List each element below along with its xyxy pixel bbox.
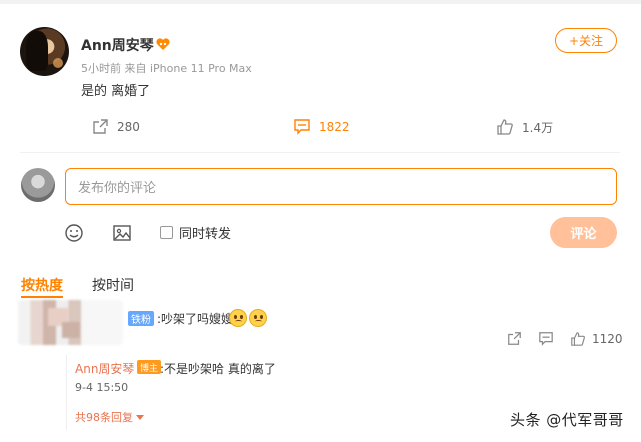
avatar-hair-shape	[26, 31, 48, 71]
thumbs-up-icon	[571, 332, 585, 346]
comment-like-count: 1120	[592, 332, 623, 346]
comment-icon	[539, 332, 553, 346]
repost-button[interactable]: 280	[92, 118, 140, 135]
image-icon[interactable]	[112, 223, 132, 243]
reply-author[interactable]: Ann周安琴	[75, 360, 134, 377]
more-replies-link[interactable]: 共98条回复	[75, 409, 144, 425]
active-tab-underline	[21, 296, 63, 298]
repost-toggle[interactable]: 同时转发	[160, 223, 231, 242]
emoji-eye	[254, 315, 257, 319]
repost-count: 280	[117, 119, 140, 134]
tab-hot[interactable]: 按热度	[21, 275, 63, 295]
tab-time[interactable]: 按时间	[92, 275, 134, 295]
comment-text: :吵架了吗嫂嫂	[157, 312, 234, 326]
comment-like-button[interactable]	[570, 331, 586, 347]
repost-toggle-label: 同时转发	[179, 227, 232, 242]
watermark: 头条 @代军哥哥	[510, 411, 624, 429]
comment-button[interactable]: 1822	[293, 118, 350, 135]
fan-badge: 铁粉	[128, 311, 154, 326]
comment-repost-button[interactable]	[507, 331, 522, 346]
top-edge	[0, 0, 641, 4]
chevron-down-icon	[136, 414, 144, 420]
post-text: 是的 离婚了	[81, 84, 151, 99]
like-button[interactable]: 1.4万	[496, 118, 553, 136]
author-name[interactable]: Ann周安琴	[81, 35, 154, 55]
divider	[20, 152, 620, 153]
comment-input-placeholder: 发布你的评论	[78, 181, 157, 196]
pixel-block	[62, 322, 80, 338]
repost-icon	[508, 332, 521, 345]
comment-reply-button[interactable]	[538, 331, 554, 346]
pixelated-commenter	[18, 300, 123, 345]
avatar-light-shape	[53, 58, 63, 68]
emoji-icon[interactable]	[64, 223, 84, 243]
author-avatar[interactable]	[20, 27, 69, 76]
thumbs-up-icon	[497, 119, 513, 135]
post-meta: 5小时前 来自 iPhone 11 Pro Max	[81, 62, 252, 75]
like-count: 1.4万	[522, 120, 554, 135]
emoji-eye	[240, 315, 243, 319]
repost-checkbox[interactable]	[160, 226, 173, 239]
vip-heart-icon	[156, 38, 170, 50]
comment-input[interactable]: 发布你的评论	[65, 168, 617, 205]
comment-count: 1822	[319, 119, 350, 134]
follow-button[interactable]: +关注	[555, 28, 617, 53]
more-replies-label: 共98条回复	[75, 411, 133, 424]
submit-comment-button[interactable]: 评论	[550, 217, 617, 248]
pleading-face-icon	[249, 309, 267, 327]
comment-icon	[294, 119, 310, 135]
repost-icon	[93, 119, 108, 134]
current-user-avatar	[21, 168, 55, 202]
emoji-mouth	[235, 320, 242, 323]
emoji-eye	[234, 315, 237, 319]
emoji-mouth	[255, 320, 262, 323]
pleading-face-icon	[229, 309, 247, 327]
reply-time: 9-4 15:50	[75, 381, 129, 394]
blogger-badge: 博主	[137, 360, 162, 374]
reply-text: :不是吵架哈 真的离了	[160, 362, 276, 376]
emoji-eye	[260, 315, 263, 319]
